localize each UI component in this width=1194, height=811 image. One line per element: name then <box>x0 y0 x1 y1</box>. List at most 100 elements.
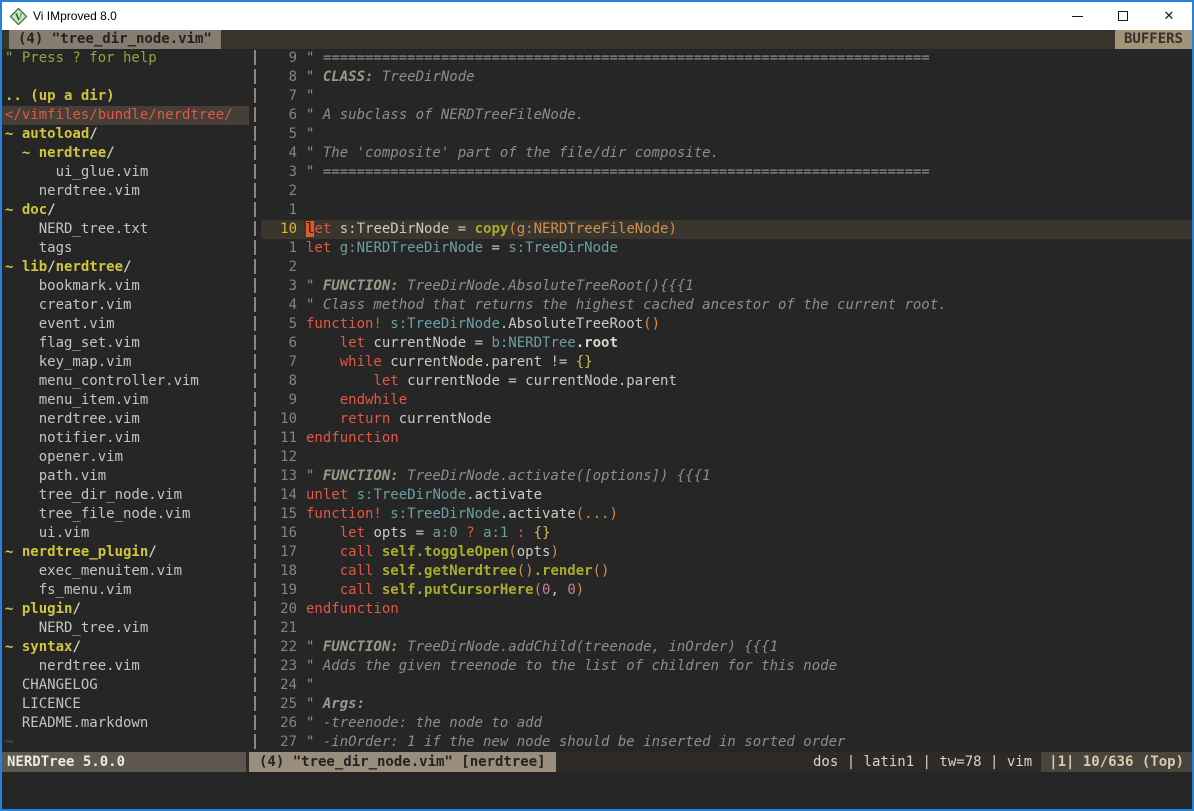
tree-item[interactable]: menu_item.vim <box>5 391 249 410</box>
text-segment: .render <box>534 563 593 579</box>
code-line-current[interactable]: 10let s:TreeDirNode = copy(g:NERDTreeFil… <box>261 220 1192 239</box>
text-segment: nerdtree.vim <box>5 658 140 674</box>
tree-item[interactable]: nerdtree.vim <box>5 182 249 201</box>
code-line[interactable]: 9 endwhile <box>261 391 1192 410</box>
tree-item[interactable]: nerdtree.vim <box>5 657 249 676</box>
vertical-split-separator[interactable] <box>249 49 261 752</box>
code-line[interactable]: 21 <box>261 619 1192 638</box>
buffer-tab[interactable]: (4) "tree_dir_node.vim" <box>9 30 221 49</box>
code-line[interactable]: 17 call self.toggleOpen(opts) <box>261 543 1192 562</box>
command-line[interactable] <box>2 772 1192 809</box>
tree-item[interactable]: NERD_tree.txt <box>5 220 249 239</box>
tree-item[interactable]: ~ doc/ <box>5 201 249 220</box>
tree-item[interactable]: notifier.vim <box>5 429 249 448</box>
tree-item[interactable]: event.vim <box>5 315 249 334</box>
close-button[interactable]: ✕ <box>1146 2 1192 30</box>
code-line[interactable]: 16 let opts = a:0 ? a:1 : {} <box>261 524 1192 543</box>
code-line[interactable]: 7" <box>261 87 1192 106</box>
text-segment <box>525 525 533 541</box>
code-line[interactable]: 23" Adds the given treenode to the list … <box>261 657 1192 676</box>
code-line[interactable]: 14unlet s:TreeDirNode.activate <box>261 486 1192 505</box>
tree-item[interactable] <box>5 68 249 87</box>
code-line[interactable]: 9" =====================================… <box>261 49 1192 68</box>
text-segment: / <box>72 601 80 617</box>
line-number: 4 <box>261 296 297 315</box>
code-line[interactable]: 2 <box>261 258 1192 277</box>
code-line[interactable]: 5" <box>261 125 1192 144</box>
code-line[interactable]: 27" -inOrder: 1 if the new node should b… <box>261 733 1192 752</box>
code-line[interactable]: 4" The 'composite' part of the file/dir … <box>261 144 1192 163</box>
tree-item[interactable]: README.markdown <box>5 714 249 733</box>
minimize-button[interactable] <box>1054 2 1100 30</box>
code-line[interactable]: 11endfunction <box>261 429 1192 448</box>
tree-item[interactable]: ~ plugin/ <box>5 600 249 619</box>
code-line[interactable]: 19 call self.putCursorHere(0, 0) <box>261 581 1192 600</box>
code-line[interactable]: 20endfunction <box>261 600 1192 619</box>
code-line[interactable]: 3" =====================================… <box>261 163 1192 182</box>
tree-item[interactable]: ~ autoload/ <box>5 125 249 144</box>
line-number: 2 <box>261 182 297 201</box>
code-line[interactable]: 3" FUNCTION: TreeDirNode.AbsoluteTreeRoo… <box>261 277 1192 296</box>
code-line[interactable]: 25" Args: <box>261 695 1192 714</box>
tree-item[interactable]: nerdtree.vim <box>5 410 249 429</box>
code-text: endfunction <box>306 600 399 619</box>
tree-item[interactable]: path.vim <box>5 467 249 486</box>
nerdtree-statusline: NERDTree 5.0.0 <box>2 752 246 772</box>
code-line[interactable]: 4" Class method that returns the highest… <box>261 296 1192 315</box>
code-line[interactable]: 13" FUNCTION: TreeDirNode.activate([opti… <box>261 467 1192 486</box>
line-number: 8 <box>261 372 297 391</box>
text-segment: opts <box>517 544 551 560</box>
tree-item[interactable]: fs_menu.vim <box>5 581 249 600</box>
tree-item[interactable]: flag_set.vim <box>5 334 249 353</box>
tree-item[interactable]: ~ lib/nerdtree/ <box>5 258 249 277</box>
tree-item[interactable]: ~ syntax/ <box>5 638 249 657</box>
tree-item[interactable]: opener.vim <box>5 448 249 467</box>
code-text: let currentNode = currentNode.parent <box>306 372 677 391</box>
text-segment: </vimfiles/bundle/nerdtree/ <box>5 107 233 123</box>
code-line[interactable]: 22" FUNCTION: TreeDirNode.addChild(treen… <box>261 638 1192 657</box>
text-segment: " <box>306 126 314 142</box>
code-line[interactable]: 26" -treenode: the node to add <box>261 714 1192 733</box>
code-line[interactable]: 1 <box>261 201 1192 220</box>
code-line[interactable]: 12 <box>261 448 1192 467</box>
tree-item[interactable]: ui.vim <box>5 524 249 543</box>
tree-item[interactable]: tree_file_node.vim <box>5 505 249 524</box>
code-line[interactable]: 8 let currentNode = currentNode.parent <box>261 372 1192 391</box>
text-segment <box>306 411 340 427</box>
text-segment: NERD_tree.vim <box>5 620 148 636</box>
code-line[interactable]: 10 return currentNode <box>261 410 1192 429</box>
code-line[interactable]: 24" <box>261 676 1192 695</box>
code-line[interactable]: 6" A subclass of NERDTreeFileNode. <box>261 106 1192 125</box>
tree-root-item[interactable]: </vimfiles/bundle/nerdtree/ <box>2 106 249 125</box>
code-line[interactable]: 6 let currentNode = b:NERDTree.root <box>261 334 1192 353</box>
tree-item[interactable]: menu_controller.vim <box>5 372 249 391</box>
tree-item[interactable]: CHANGELOG <box>5 676 249 695</box>
tree-item[interactable]: LICENCE <box>5 695 249 714</box>
tree-item[interactable]: creator.vim <box>5 296 249 315</box>
tree-item[interactable]: " Press ? for help <box>5 49 249 68</box>
code-line[interactable]: 8" CLASS: TreeDirNode <box>261 68 1192 87</box>
code-text: call self.getNerdtree().render() <box>306 562 609 581</box>
tree-item[interactable]: key_map.vim <box>5 353 249 372</box>
code-line[interactable]: 1let g:NERDTreeDirNode = s:TreeDirNode <box>261 239 1192 258</box>
code-line[interactable]: 2 <box>261 182 1192 201</box>
tree-item[interactable]: bookmark.vim <box>5 277 249 296</box>
code-line[interactable]: 5function! s:TreeDirNode.AbsoluteTreeRoo… <box>261 315 1192 334</box>
text-segment: menu_controller.vim <box>5 373 199 389</box>
text-segment: key_map.vim <box>5 354 131 370</box>
tree-item[interactable]: .. (up a dir) <box>5 87 249 106</box>
tree-item[interactable]: tags <box>5 239 249 258</box>
line-number: 7 <box>261 87 297 106</box>
line-number: 7 <box>261 353 297 372</box>
tree-item[interactable]: ~ nerdtree_plugin/ <box>5 543 249 562</box>
code-line[interactable]: 15function! s:TreeDirNode.activate(...) <box>261 505 1192 524</box>
code-line[interactable]: 18 call self.getNerdtree().render() <box>261 562 1192 581</box>
tree-item[interactable]: exec_menuitem.vim <box>5 562 249 581</box>
tree-item[interactable]: ~ nerdtree/ <box>5 144 249 163</box>
tree-item[interactable]: ui_glue.vim <box>5 163 249 182</box>
tree-item[interactable]: tree_dir_node.vim <box>5 486 249 505</box>
code-line[interactable]: 7 while currentNode.parent != {} <box>261 353 1192 372</box>
maximize-button[interactable] <box>1100 2 1146 30</box>
tree-item[interactable]: ~ <box>5 733 249 752</box>
tree-item[interactable]: NERD_tree.vim <box>5 619 249 638</box>
